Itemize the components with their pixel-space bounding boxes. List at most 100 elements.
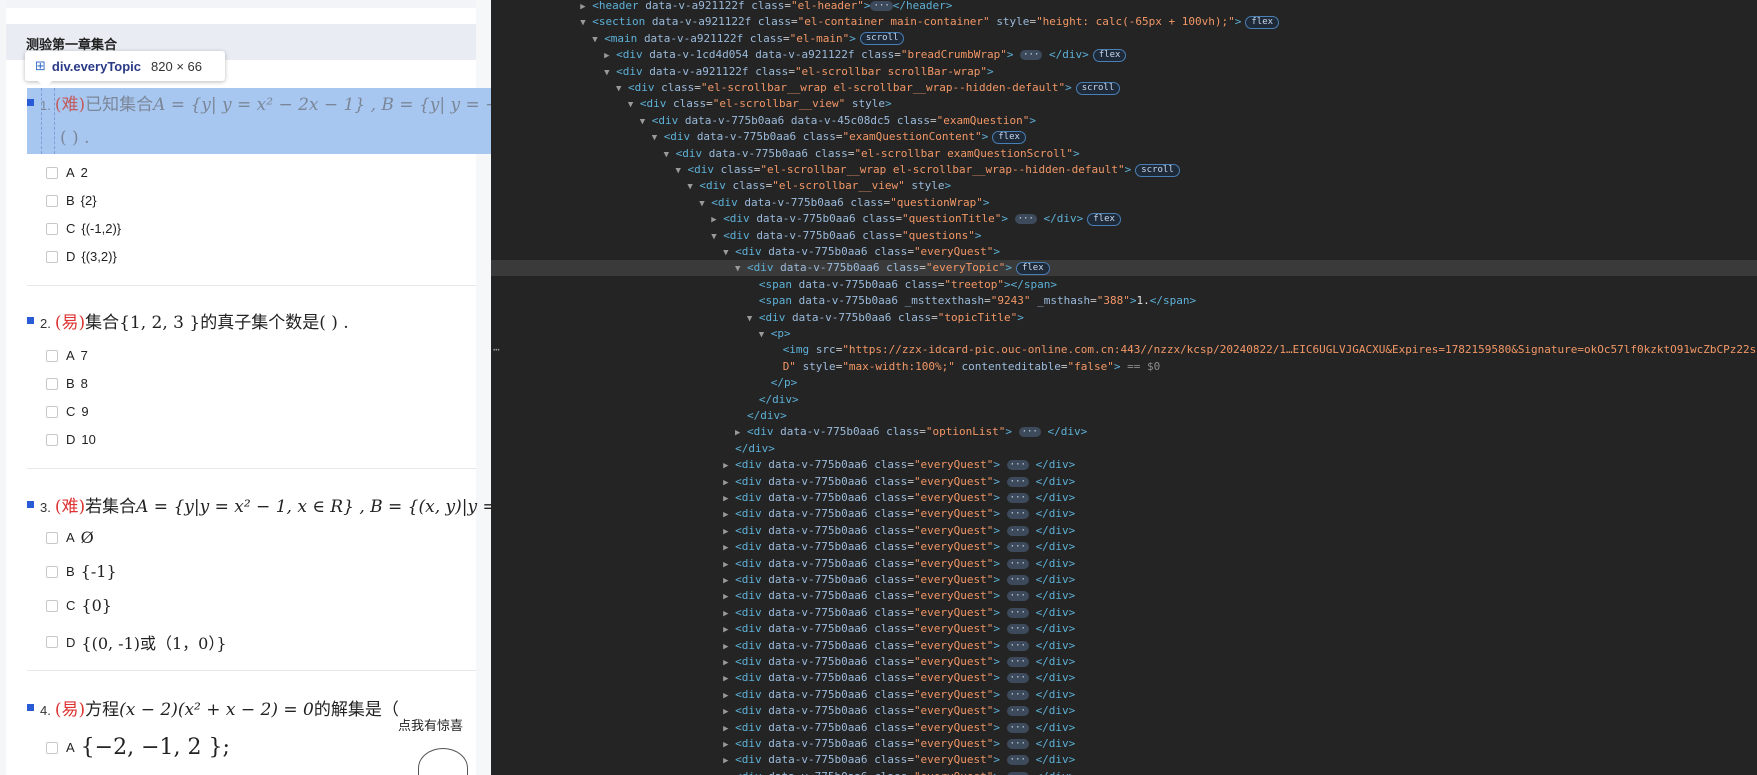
option-q2-c[interactable]: C9 xyxy=(46,404,89,419)
expand-triangle-icon[interactable]: ▼ xyxy=(664,147,676,163)
collapse-triangle-icon[interactable]: ▶ xyxy=(723,524,735,540)
expand-triangle-icon[interactable]: ▼ xyxy=(640,114,652,130)
dom-node-markup: <div data-v-775b0aa6 class="everyQuest">… xyxy=(735,687,1076,701)
collapse-triangle-icon[interactable]: ▶ xyxy=(580,0,592,15)
mascot-icon[interactable] xyxy=(418,748,468,775)
expand-triangle-icon[interactable]: ▼ xyxy=(580,15,592,31)
option-q4-a[interactable]: A {−2, −1, 2 }; xyxy=(46,735,230,760)
collapse-triangle-icon[interactable]: ▶ xyxy=(723,507,735,523)
collapse-triangle-icon[interactable]: ▶ xyxy=(723,639,735,655)
option-q2-a[interactable]: A7 xyxy=(46,348,88,363)
collapse-triangle-icon[interactable]: ▶ xyxy=(723,557,735,573)
more-options-icon[interactable]: ⋯ xyxy=(493,342,500,358)
option-checkbox[interactable] xyxy=(46,222,58,235)
expand-triangle-icon[interactable]: ▼ xyxy=(592,32,604,48)
dom-node-content: ▶<div data-v-775b0aa6 class="everyQuest"… xyxy=(723,720,1075,737)
option-q2-b[interactable]: B8 xyxy=(46,376,88,391)
dom-node-content: <span data-v-775b0aa6 class="treetop"></… xyxy=(747,277,1057,293)
expand-triangle-icon[interactable]: ▼ xyxy=(747,311,759,327)
dom-node-content: ▶<div data-v-775b0aa6 class="everyQuest"… xyxy=(723,588,1075,605)
expand-triangle-icon[interactable]: ▼ xyxy=(735,261,747,277)
dom-node-markup: <div data-v-775b0aa6 class="everyQuest">… xyxy=(735,589,1076,603)
option-checkbox[interactable] xyxy=(46,250,58,263)
question-number: 4. xyxy=(40,703,51,718)
dom-node-selected[interactable]: ▼ <div data-v-775b0aa6 class="everyTopic"… xyxy=(491,260,1757,277)
option-q3-d[interactable]: D {(0, -1)或（1，0）} xyxy=(46,630,227,654)
question-text: 已知集合 xyxy=(85,95,154,115)
dom-node-markup: </div> xyxy=(758,392,799,406)
option-checkbox[interactable] xyxy=(46,636,58,648)
dom-node-content: D" style="max-width:100%;" contenteditab… xyxy=(771,359,1161,375)
collapse-triangle-icon[interactable]: ▶ xyxy=(723,573,735,589)
promo-link[interactable]: 点我有惊喜 xyxy=(398,715,463,734)
collapse-triangle-icon[interactable]: ▶ xyxy=(723,704,735,720)
option-q1-a[interactable]: A2 xyxy=(46,165,88,180)
collapse-triangle-icon[interactable]: ▶ xyxy=(723,589,735,605)
dom-node-markup: <div class="el-scrollbar__view" style> xyxy=(699,179,952,193)
option-checkbox[interactable] xyxy=(46,194,58,207)
collapse-triangle-icon[interactable]: ▶ xyxy=(723,688,735,704)
dom-node-markup: <div data-v-775b0aa6 class="everyQuest">… xyxy=(735,523,1076,537)
option-q1-b[interactable]: B {2} xyxy=(46,193,97,208)
expand-triangle-icon[interactable]: ▼ xyxy=(604,65,616,81)
collapse-triangle-icon[interactable]: ▶ xyxy=(723,671,735,687)
dom-node-markup: <div data-v-775b0aa6 class="everyQuest">… xyxy=(735,671,1076,685)
dom-node-content: ▶ <div data-v-1cd4d054 data-v-a921122f cl… xyxy=(604,47,1127,64)
option-checkbox[interactable] xyxy=(46,405,58,418)
collapse-triangle-icon[interactable]: ▶ xyxy=(723,770,735,775)
option-checkbox[interactable] xyxy=(46,741,58,754)
dom-node-content: ▼ <div class="el-scrollbar__view" style> xyxy=(687,178,951,195)
dom-node-markup: <div data-v-775b0aa6 class="everyQuest">… xyxy=(735,556,1076,570)
option-checkbox[interactable] xyxy=(46,166,58,179)
dom-node-markup: <div data-v-775b0aa6 class="examQuestion… xyxy=(664,130,1026,144)
collapse-triangle-icon[interactable]: ▶ xyxy=(723,540,735,556)
collapse-triangle-icon[interactable]: ▶ xyxy=(711,212,723,228)
dom-node-markup: <div data-v-775b0aa6 class="questions"> xyxy=(723,228,982,242)
dom-node-markup: <main data-v-a921122f class="el-main"> sc… xyxy=(604,32,905,46)
option-q3-c[interactable]: C {0} xyxy=(46,596,112,615)
expand-triangle-icon[interactable]: ▼ xyxy=(652,130,664,146)
collapse-triangle-icon[interactable]: ▶ xyxy=(723,737,735,753)
option-checkbox[interactable] xyxy=(46,599,58,612)
question-divider xyxy=(27,670,476,671)
option-checkbox[interactable] xyxy=(46,377,58,390)
collapse-triangle-icon[interactable]: ▶ xyxy=(735,425,747,441)
dom-node-markup: <div data-v-775b0aa6 class="everyQuest">… xyxy=(735,704,1076,718)
devtools-elements-panel[interactable]: ▶ <header data-v-a921122f class="el-heade… xyxy=(491,0,1757,775)
collapse-triangle-icon[interactable]: ▶ xyxy=(723,655,735,671)
option-checkbox[interactable] xyxy=(46,349,58,362)
expand-triangle-icon[interactable]: ▼ xyxy=(711,229,723,245)
dom-node-content: <span data-v-775b0aa6 _msttexthash="9243… xyxy=(747,293,1196,309)
option-q1-d[interactable]: D {(3,2)} xyxy=(46,249,117,264)
dom-node-content: </div> xyxy=(723,441,775,457)
collapse-triangle-icon[interactable]: ▶ xyxy=(723,753,735,769)
option-checkbox[interactable] xyxy=(46,531,58,544)
question-math: A = {y|y = x² − 1, x ∈ R} , B = {(x, y)|… xyxy=(136,497,491,517)
expand-triangle-icon[interactable]: ▼ xyxy=(676,163,688,179)
collapse-triangle-icon[interactable]: ▶ xyxy=(604,48,616,64)
dom-node-markup: </div> xyxy=(747,409,787,422)
collapse-triangle-icon[interactable]: ▶ xyxy=(723,491,735,507)
collapse-triangle-icon[interactable]: ▶ xyxy=(723,606,735,622)
collapse-triangle-icon[interactable]: ▶ xyxy=(723,721,735,737)
expand-triangle-icon[interactable]: ▼ xyxy=(699,196,711,212)
option-q2-d[interactable]: D 10 xyxy=(46,432,96,447)
dom-node-content: ▶ <header data-v-a921122f class="el-heade… xyxy=(580,0,952,15)
collapse-triangle-icon[interactable]: ▶ xyxy=(723,458,735,474)
expand-triangle-icon[interactable]: ▼ xyxy=(687,179,699,195)
option-q1-c[interactable]: C {(-1,2)} xyxy=(46,221,121,236)
expand-triangle-icon[interactable]: ▼ xyxy=(616,81,628,97)
expand-triangle-icon[interactable]: ▼ xyxy=(723,245,735,261)
option-q3-a[interactable]: AØ xyxy=(46,528,94,547)
dom-node-content: ▶<div data-v-775b0aa6 class="everyQuest"… xyxy=(723,474,1075,491)
dom-node-markup: <div data-v-775b0aa6 class="topicTitle"> xyxy=(758,310,1024,324)
expand-triangle-icon[interactable]: ▼ xyxy=(628,97,640,113)
option-checkbox[interactable] xyxy=(46,433,58,446)
option-checkbox[interactable] xyxy=(46,565,58,578)
difficulty-tag: (难) xyxy=(54,95,86,115)
collapse-triangle-icon[interactable]: ▶ xyxy=(723,475,735,491)
dom-node-content: ▼ <section data-v-a921122f class="el-cont… xyxy=(580,14,1280,31)
collapse-triangle-icon[interactable]: ▶ xyxy=(723,622,735,638)
expand-triangle-icon[interactable]: ▼ xyxy=(759,327,771,343)
option-q3-b[interactable]: B {-1} xyxy=(46,562,117,581)
